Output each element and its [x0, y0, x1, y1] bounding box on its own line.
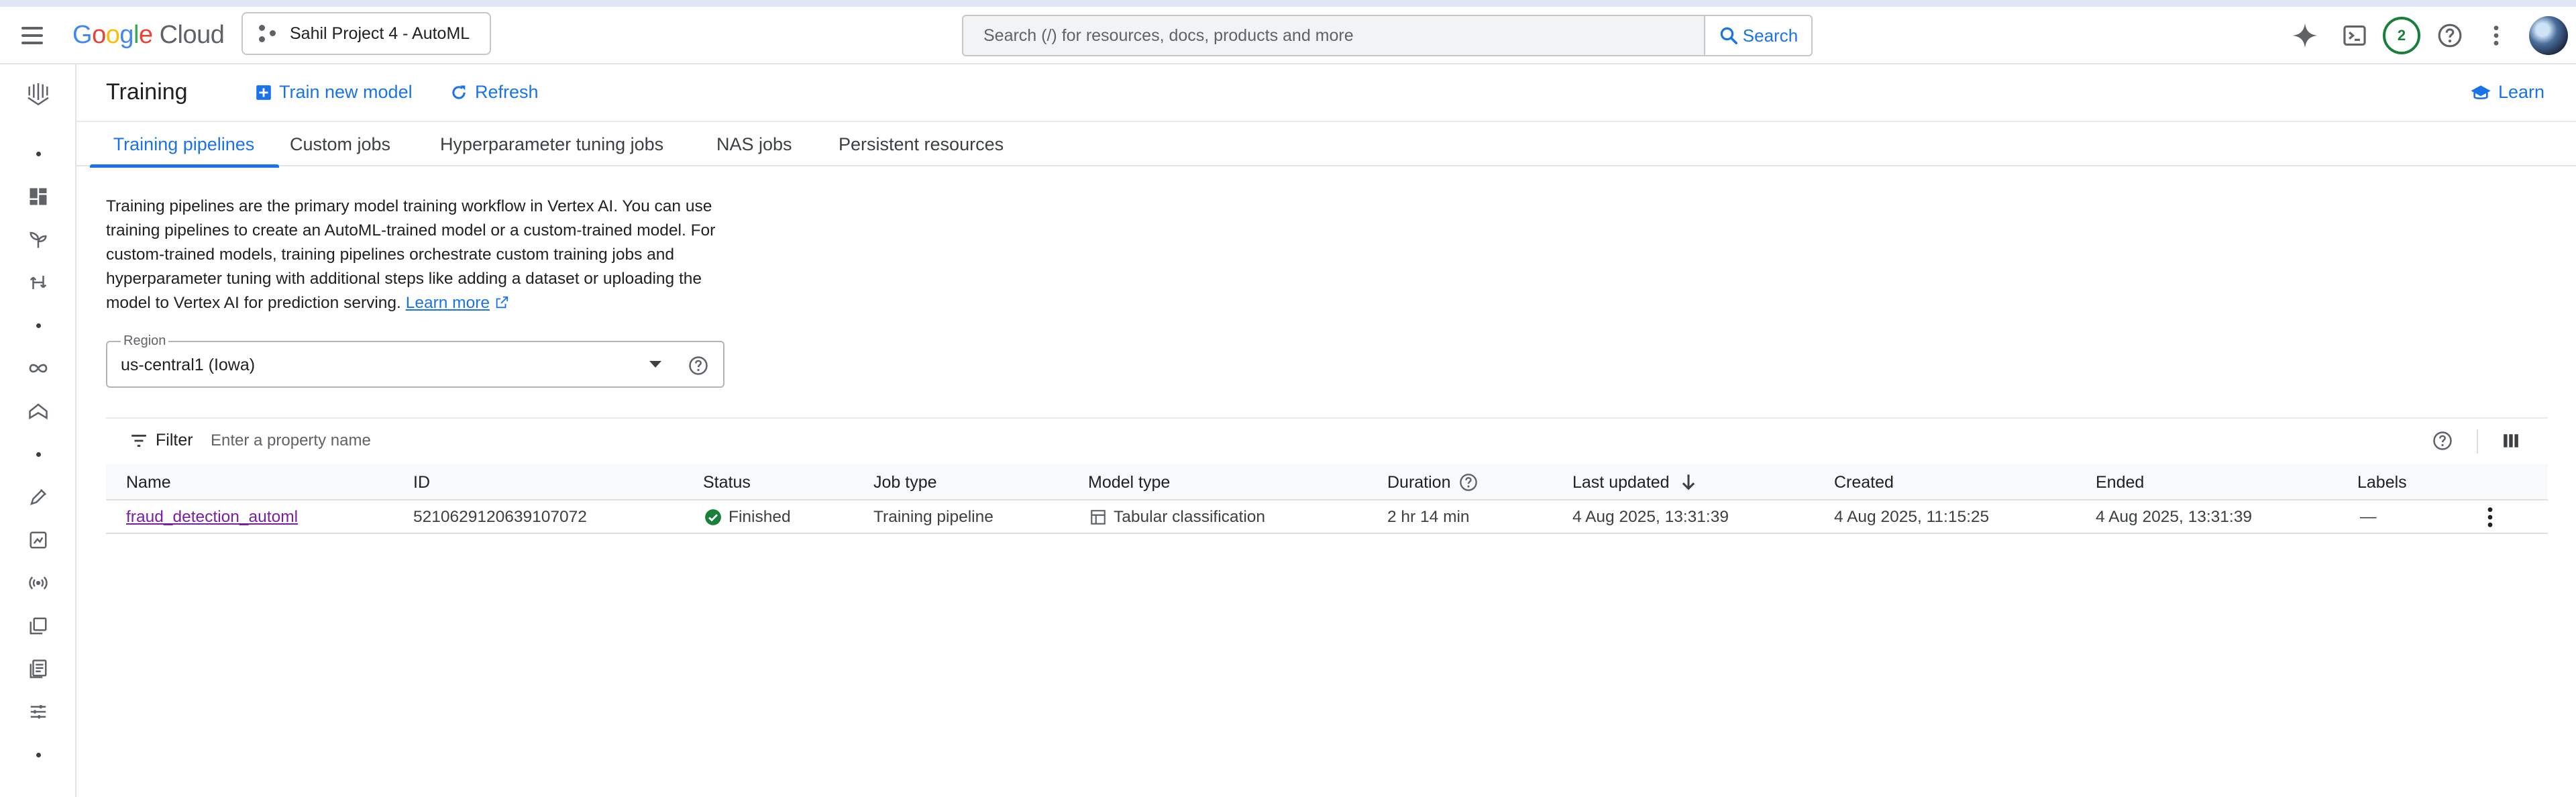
library-icon[interactable] [21, 609, 55, 643]
column-header-name[interactable]: Name [126, 464, 171, 500]
learn-more-link[interactable]: Learn more [406, 294, 490, 312]
broadcast-icon[interactable] [21, 566, 55, 600]
row-actions-icon[interactable] [2486, 500, 2494, 534]
train-new-model-button[interactable]: Train new model [255, 82, 413, 103]
rail-separator-dot [21, 738, 55, 772]
filter-icon [130, 433, 148, 448]
tab-nas-jobs[interactable]: NAS jobs [716, 122, 792, 166]
cell-id: 5210629120639107072 [413, 508, 587, 526]
column-header-ended[interactable]: Ended [2096, 464, 2144, 500]
dropdown-caret-icon [649, 361, 661, 368]
table-help-icon[interactable] [2432, 431, 2453, 451]
search-button[interactable]: Search [1704, 16, 1811, 55]
workflow-icon[interactable] [21, 266, 55, 299]
learn-label: Learn [2498, 82, 2545, 102]
column-display-icon[interactable] [2502, 432, 2520, 449]
cell-last-updated: 4 Aug 2025, 13:31:39 [1572, 508, 1729, 526]
column-header-created[interactable]: Created [1834, 464, 1894, 500]
add-box-icon [255, 84, 272, 101]
cell-name[interactable]: fraud_detection_automl [126, 500, 298, 534]
page-title: Training [106, 79, 188, 105]
page-header: Training Train new model Refresh Learn [76, 64, 2576, 122]
project-picker[interactable]: Sahil Project 4 - AutoML [241, 12, 491, 55]
more-options-icon[interactable] [2479, 19, 2513, 52]
infinity-icon[interactable] [21, 352, 55, 385]
column-header-last-updated[interactable]: Last updated [1572, 464, 1697, 500]
search-input[interactable] [963, 16, 1704, 55]
active-tab-indicator [90, 164, 279, 168]
refresh-label: Refresh [475, 82, 539, 102]
column-header-model-type[interactable]: Model type [1088, 464, 1170, 500]
rail-separator-dot [21, 437, 55, 471]
region-value: us-central1 (Iowa) [121, 356, 256, 374]
gemini-sparkle-icon[interactable] [2286, 19, 2324, 52]
filter-button[interactable]: Filter [130, 431, 193, 450]
column-header-status[interactable]: Status [703, 464, 751, 500]
filter-bar: Filter [106, 417, 2548, 464]
description-text: Training pipelines are the primary model… [106, 195, 723, 315]
vertex-ai-logo-icon[interactable] [21, 76, 55, 110]
cell-created: 4 Aug 2025, 11:15:25 [1834, 508, 1990, 526]
google-cloud-logo[interactable]: Google Cloud [72, 19, 225, 51]
tab-bar: Training pipelines Custom jobs Hyperpara… [76, 122, 2576, 168]
tab-hyperparameter-tuning-jobs[interactable]: Hyperparameter tuning jobs [440, 122, 663, 166]
region-select[interactable]: Region us-central1 (Iowa) [106, 333, 724, 388]
top-accent-strip [0, 0, 2576, 7]
model-garden-icon[interactable] [21, 394, 55, 428]
region-help-icon[interactable] [688, 356, 708, 376]
school-icon [2470, 83, 2491, 102]
column-header-labels[interactable]: Labels [2357, 464, 2407, 500]
check-circle-icon [704, 509, 722, 526]
dashboard-icon[interactable] [21, 180, 55, 213]
pipeline-name-link[interactable]: fraud_detection_automl [126, 508, 298, 527]
cell-duration: 2 hr 14 min [1387, 508, 1470, 526]
cell-model-type: Tabular classification [1089, 500, 1265, 534]
tab-persistent-resources[interactable]: Persistent resources [839, 122, 1004, 166]
search-icon [1719, 25, 1743, 46]
learn-button[interactable]: Learn [2470, 82, 2544, 103]
tab-custom-jobs[interactable]: Custom jobs [290, 122, 390, 166]
table-header: Name ID Status Job type Model type Durat… [106, 464, 2548, 500]
project-icon [258, 23, 280, 44]
cell-ended: 4 Aug 2025, 13:31:39 [2096, 508, 2252, 526]
main-menu-icon[interactable] [19, 24, 46, 47]
image-chart-icon[interactable] [21, 523, 55, 557]
notebook-icon[interactable] [21, 652, 55, 686]
filter-input[interactable] [211, 427, 814, 455]
rail-separator-dot [21, 309, 55, 342]
top-bar: Google Cloud Sahil Project 4 - AutoML Sea… [0, 7, 2576, 64]
account-avatar[interactable] [2529, 16, 2568, 55]
notifications-badge[interactable]: 2 [2381, 17, 2422, 54]
column-header-job-type[interactable]: Job type [873, 464, 937, 500]
tab-training-pipelines[interactable]: Training pipelines [90, 122, 279, 168]
rail-separator-dot [21, 137, 55, 170]
duration-help-icon[interactable] [1459, 473, 1478, 492]
cell-status: Finished [704, 500, 791, 534]
external-link-icon [494, 295, 509, 310]
cloud-shell-icon[interactable] [2336, 19, 2373, 52]
refresh-icon [449, 83, 468, 102]
cell-labels: — [2360, 508, 2377, 526]
column-header-duration[interactable]: Duration [1387, 464, 1478, 500]
left-rail [0, 64, 76, 797]
refresh-button[interactable]: Refresh [449, 82, 539, 103]
search-button-label: Search [1742, 25, 1799, 46]
column-header-id[interactable]: ID [413, 464, 430, 500]
sprout-icon[interactable] [21, 223, 55, 256]
help-icon[interactable] [2431, 19, 2469, 52]
table-grid-icon [1089, 509, 1107, 526]
tune-icon[interactable] [21, 695, 55, 729]
cell-job-type: Training pipeline [873, 508, 994, 526]
pen-icon[interactable] [21, 480, 55, 514]
sort-descending-icon [1680, 473, 1697, 492]
train-new-model-label: Train new model [279, 82, 413, 102]
search-box: Search [962, 15, 1813, 56]
table-row: fraud_detection_automl 52106291206391070… [106, 500, 2548, 534]
divider [2477, 429, 2478, 454]
region-label: Region [121, 333, 169, 349]
project-name: Sahil Project 4 - AutoML [290, 23, 470, 43]
